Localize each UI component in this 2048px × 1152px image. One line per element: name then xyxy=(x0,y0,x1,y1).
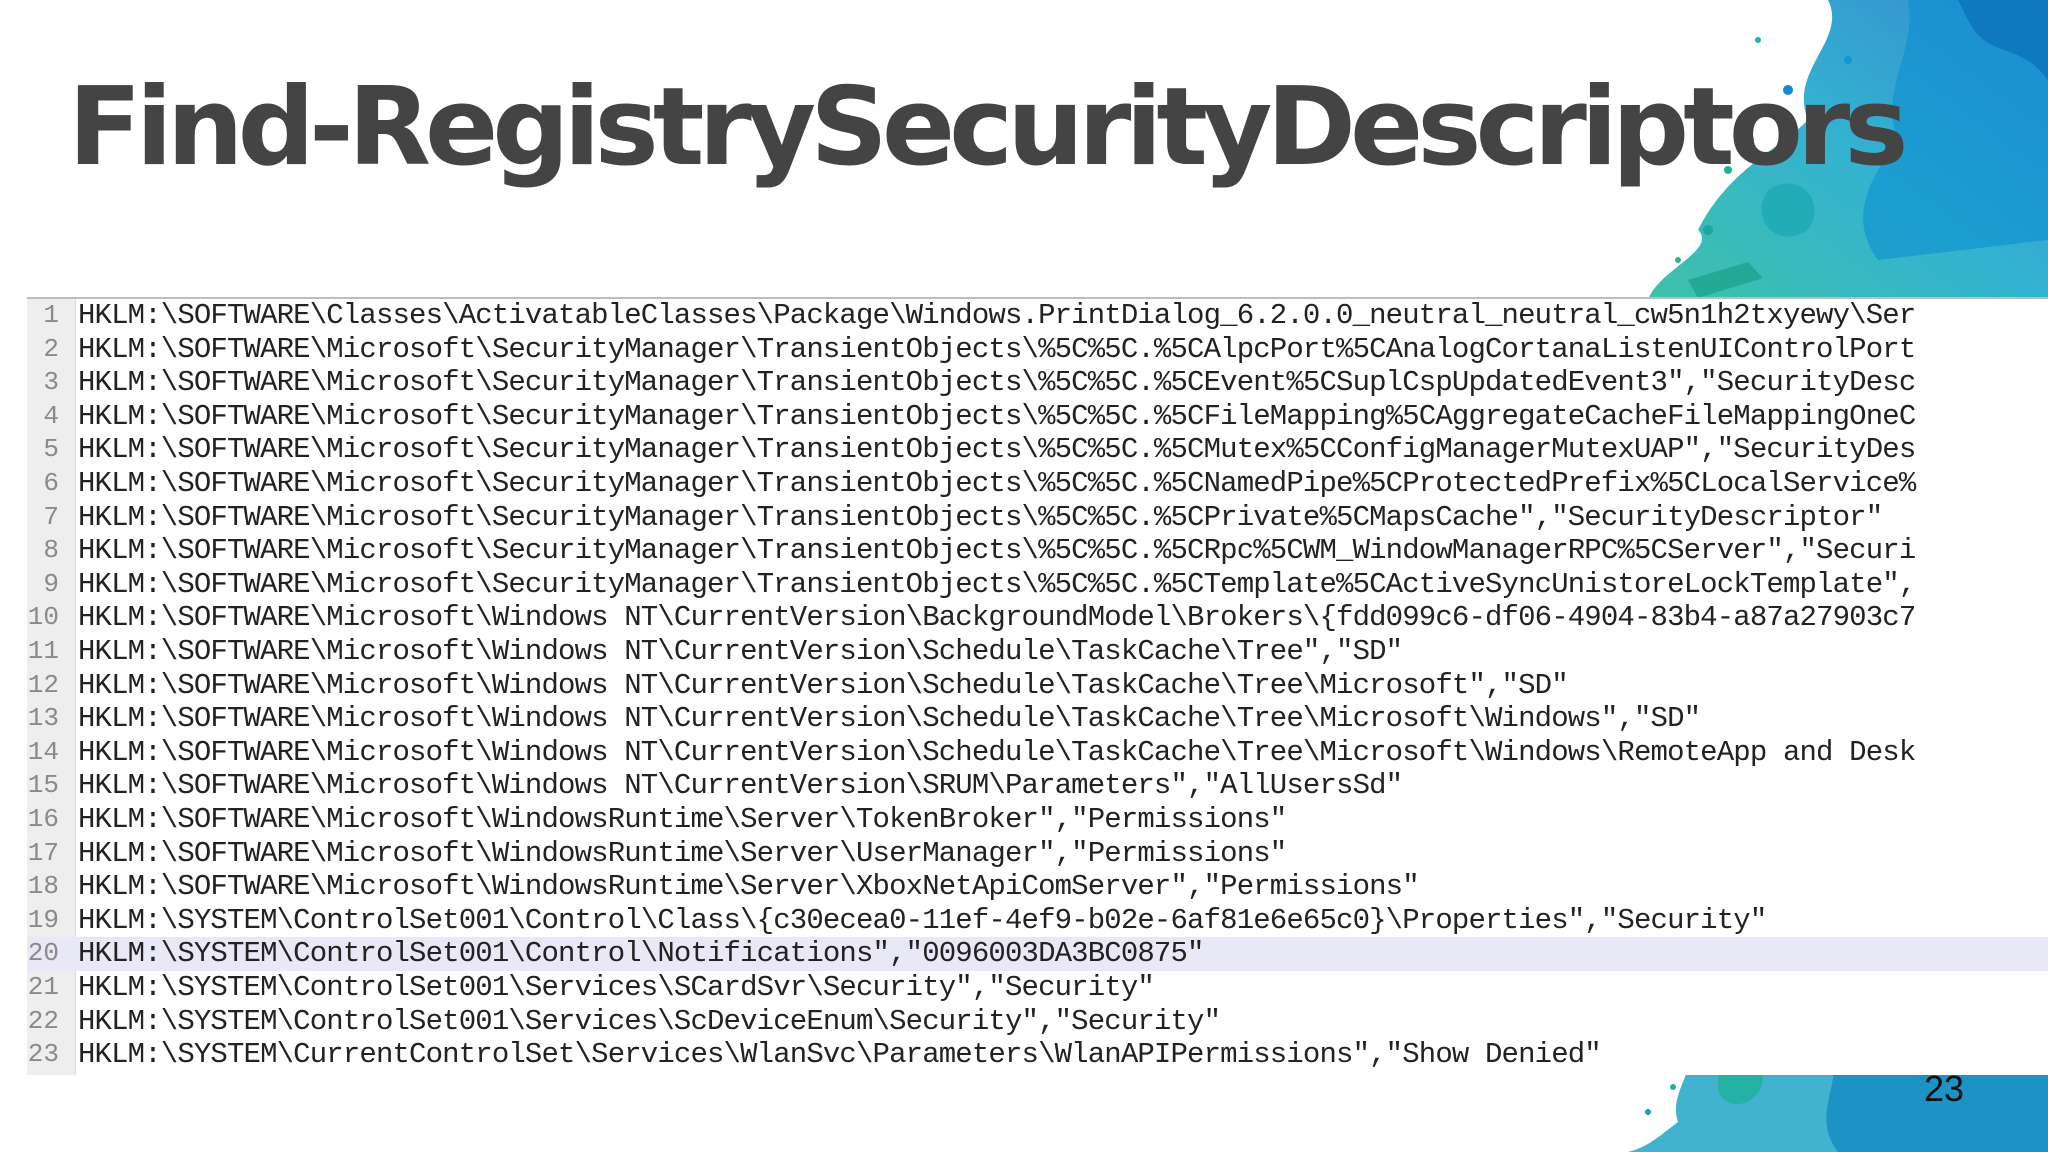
line-text[interactable]: HKLM:\SOFTWARE\Microsoft\SecurityManager… xyxy=(78,366,1916,400)
line-text[interactable]: HKLM:\SOFTWARE\Microsoft\Windows NT\Curr… xyxy=(78,736,1916,770)
code-editor[interactable]: 1 HKLM:\SOFTWARE\Classes\ActivatableClass… xyxy=(27,297,2048,1075)
line-number: 17 xyxy=(27,837,59,868)
line-number: 11 xyxy=(27,636,59,666)
line-text[interactable]: HKLM:\SOFTWARE\Microsoft\SecurityManager… xyxy=(78,467,1916,501)
line-text[interactable]: HKLM:\SOFTWARE\Microsoft\SecurityManager… xyxy=(78,501,1883,535)
line-number: 12 xyxy=(27,669,59,700)
line-text[interactable]: HKLM:\SOFTWARE\Microsoft\SecurityManager… xyxy=(78,534,1916,568)
code-line[interactable]: 23 HKLM:\SYSTEM\CurrentControlSet\Service… xyxy=(27,1038,2048,1072)
line-number: 2 xyxy=(43,333,59,364)
line-number: 1 xyxy=(43,300,59,330)
slide-title: Find-RegistrySecurityDescriptors xyxy=(68,65,1909,190)
line-text[interactable]: HKLM:\SOFTWARE\Microsoft\SecurityManager… xyxy=(78,400,1916,434)
line-number: 21 xyxy=(27,972,59,1002)
line-text[interactable]: HKLM:\SOFTWARE\Microsoft\Windows NT\Curr… xyxy=(78,769,1403,803)
line-text[interactable]: HKLM:\SOFTWARE\Microsoft\Windows NT\Curr… xyxy=(78,635,1403,669)
line-number: 23 xyxy=(27,1039,59,1070)
line-number: 13 xyxy=(27,703,59,734)
code-line[interactable]: 3 HKLM:\SOFTWARE\Microsoft\SecurityManage… xyxy=(27,366,2048,400)
line-number: 7 xyxy=(43,501,59,532)
line-text[interactable]: HKLM:\SYSTEM\CurrentControlSet\Services\… xyxy=(78,1038,1602,1072)
line-number: 16 xyxy=(27,804,59,834)
line-number: 3 xyxy=(43,367,59,398)
line-number: 15 xyxy=(27,770,59,801)
line-text[interactable]: HKLM:\SOFTWARE\Microsoft\SecurityManager… xyxy=(78,433,1916,467)
code-line[interactable]: 21 HKLM:\SYSTEM\ControlSet001\Services\SC… xyxy=(27,971,2048,1005)
line-number: 18 xyxy=(27,871,59,902)
line-number: 4 xyxy=(43,400,59,431)
line-text[interactable]: HKLM:\SOFTWARE\Microsoft\SecurityManager… xyxy=(78,333,1916,367)
code-line[interactable]: 10 HKLM:\SOFTWARE\Microsoft\Windows NT\Cu… xyxy=(27,601,2048,635)
line-text[interactable]: HKLM:\SOFTWARE\Microsoft\SecurityManager… xyxy=(78,568,1916,602)
code-line[interactable]: 18 HKLM:\SOFTWARE\Microsoft\WindowsRuntim… xyxy=(27,870,2048,904)
code-line[interactable]: 13 HKLM:\SOFTWARE\Microsoft\Windows NT\Cu… xyxy=(27,702,2048,736)
line-number: 22 xyxy=(27,1005,59,1036)
line-text[interactable]: HKLM:\SOFTWARE\Microsoft\WindowsRuntime\… xyxy=(78,837,1287,871)
line-text[interactable]: HKLM:\SYSTEM\ControlSet001\Control\Notif… xyxy=(78,937,1204,971)
code-line[interactable]: 5 HKLM:\SOFTWARE\Microsoft\SecurityManage… xyxy=(27,433,2048,467)
code-line[interactable]: 8 HKLM:\SOFTWARE\Microsoft\SecurityManage… xyxy=(27,534,2048,568)
slide: Find-RegistrySecurityDescriptors 1 HKLM:\… xyxy=(0,0,2048,1152)
line-number: 14 xyxy=(27,736,59,767)
code-line[interactable]: 1 HKLM:\SOFTWARE\Classes\ActivatableClass… xyxy=(27,299,2048,333)
code-line[interactable]: 14 HKLM:\SOFTWARE\Microsoft\Windows NT\Cu… xyxy=(27,736,2048,770)
line-text[interactable]: HKLM:\SYSTEM\ControlSet001\Services\SCar… xyxy=(78,971,1155,1005)
line-text[interactable]: HKLM:\SOFTWARE\Microsoft\Windows NT\Curr… xyxy=(78,601,1916,635)
code-line[interactable]: 22 HKLM:\SYSTEM\ControlSet001\Services\Sc… xyxy=(27,1005,2048,1039)
code-line[interactable]: 4 HKLM:\SOFTWARE\Microsoft\SecurityManage… xyxy=(27,400,2048,434)
line-text[interactable]: HKLM:\SOFTWARE\Classes\ActivatableClasse… xyxy=(78,299,1916,333)
line-number: 8 xyxy=(43,535,59,566)
line-number: 10 xyxy=(27,602,59,633)
line-number: 19 xyxy=(27,904,59,935)
line-text[interactable]: HKLM:\SOFTWARE\Microsoft\WindowsRuntime\… xyxy=(78,803,1287,837)
code-line[interactable]: 2 HKLM:\SOFTWARE\Microsoft\SecurityManage… xyxy=(27,333,2048,367)
code-line[interactable]: 15 HKLM:\SOFTWARE\Microsoft\Windows NT\Cu… xyxy=(27,769,2048,803)
code-line[interactable]: 16 HKLM:\SOFTWARE\Microsoft\WindowsRuntim… xyxy=(27,803,2048,837)
line-text[interactable]: HKLM:\SOFTWARE\Microsoft\Windows NT\Curr… xyxy=(78,702,1701,736)
code-line[interactable]: 11 HKLM:\SOFTWARE\Microsoft\Windows NT\Cu… xyxy=(27,635,2048,669)
line-number: 9 xyxy=(43,568,59,599)
line-text[interactable]: HKLM:\SYSTEM\ControlSet001\Services\ScDe… xyxy=(78,1005,1221,1039)
line-text[interactable]: HKLM:\SOFTWARE\Microsoft\Windows NT\Curr… xyxy=(78,669,1569,703)
code-line[interactable]: 9 HKLM:\SOFTWARE\Microsoft\SecurityManage… xyxy=(27,568,2048,602)
line-text[interactable]: HKLM:\SOFTWARE\Microsoft\WindowsRuntime\… xyxy=(78,870,1420,904)
line-number: 6 xyxy=(43,468,59,498)
code-line[interactable]: 7 HKLM:\SOFTWARE\Microsoft\SecurityManage… xyxy=(27,501,2048,535)
line-text[interactable]: HKLM:\SYSTEM\ControlSet001\Control\Class… xyxy=(78,904,1767,938)
code-line[interactable]: 19 HKLM:\SYSTEM\ControlSet001\Control\Cla… xyxy=(27,904,2048,938)
code-line[interactable]: 20 HKLM:\SYSTEM\ControlSet001\Control\Not… xyxy=(27,937,2048,971)
line-number: 5 xyxy=(43,434,59,465)
line-number: 20 xyxy=(27,938,59,969)
page-number: 23 xyxy=(1923,1068,1964,1109)
code-line[interactable]: 6 HKLM:\SOFTWARE\Microsoft\SecurityManage… xyxy=(27,467,2048,501)
code-line[interactable]: 17 HKLM:\SOFTWARE\Microsoft\WindowsRuntim… xyxy=(27,837,2048,871)
code-line[interactable]: 12 HKLM:\SOFTWARE\Microsoft\Windows NT\Cu… xyxy=(27,669,2048,703)
